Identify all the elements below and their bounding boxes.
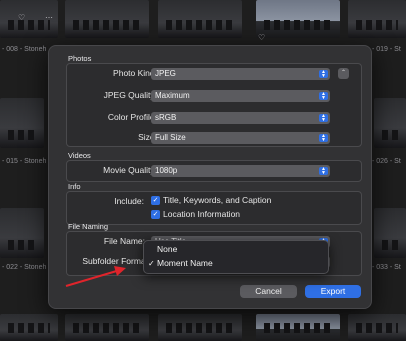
- photo-filename: - 019 - St: [372, 46, 401, 53]
- location-information-label: Location Information: [163, 209, 241, 219]
- checkmark-icon: ✓: [148, 259, 155, 268]
- heart-icon[interactable]: ♡: [18, 13, 25, 22]
- more-icon[interactable]: ⋯: [45, 13, 53, 22]
- photo-filename: - 033 - St: [372, 264, 401, 271]
- color-profile-popup[interactable]: sRGB ▲ ▼: [151, 112, 330, 124]
- color-profile-label: Color Profile:: [107, 112, 157, 122]
- chevron-updown-icon: ▲▼: [319, 167, 328, 176]
- movie-quality-value: 1080p: [155, 166, 178, 175]
- title-keywords-caption-checkbox[interactable]: ✓: [151, 196, 160, 205]
- size-value: Full Size: [155, 133, 186, 142]
- photo-thumbnail[interactable]: [158, 0, 242, 38]
- location-information-checkbox[interactable]: ✓: [151, 210, 160, 219]
- photo-kind-popup[interactable]: JPEG ▲ ▼: [151, 68, 330, 80]
- photo-filename: - 022 - Stoneh: [2, 264, 47, 271]
- photo-filename: - 026 - St: [372, 158, 401, 165]
- photos-section: Photo Kind: JPEG ▲ ▼ ⌃ JPEG Quality: Maxi…: [66, 63, 362, 147]
- info-section-title: Info: [68, 182, 81, 191]
- photos-section-title: Photos: [68, 54, 92, 63]
- movie-quality-popup[interactable]: 1080p ▲ ▼: [151, 165, 330, 177]
- photo-thumbnail[interactable]: [348, 314, 406, 341]
- photo-filename: - 015 - Stoneh: [2, 158, 47, 165]
- photo-thumbnail[interactable]: [256, 314, 340, 341]
- heart-icon[interactable]: ♡: [258, 33, 265, 42]
- include-label: Include:: [114, 196, 144, 206]
- file-naming-section-title: File Naming: [68, 222, 109, 231]
- chevron-updown-icon: ▲▼: [319, 114, 328, 123]
- photo-thumbnail[interactable]: [0, 314, 58, 341]
- chevron-updown-icon: ▲▼: [319, 92, 328, 101]
- subfolder-format-menu: None ✓ Moment Name: [143, 240, 329, 274]
- info-section: Include: ✓ Title, Keywords, and Caption …: [66, 191, 362, 225]
- photo-thumbnail[interactable]: [0, 98, 44, 148]
- export-button[interactable]: Export: [305, 285, 361, 298]
- menu-item-label: Moment Name: [157, 258, 213, 268]
- photo-thumbnail[interactable]: [158, 314, 242, 341]
- jpeg-quality-label: JPEG Quality:: [103, 90, 157, 100]
- photo-thumbnail[interactable]: [374, 98, 406, 148]
- photo-kind-label: Photo Kind:: [113, 68, 157, 78]
- movie-quality-label: Movie Quality:: [103, 165, 157, 175]
- jpeg-quality-value: Maximum: [155, 91, 190, 100]
- photo-thumbnail[interactable]: [0, 208, 44, 258]
- photo-kind-value: JPEG: [155, 69, 176, 78]
- chevron-up-icon[interactable]: ⌃: [338, 68, 349, 79]
- chevron-updown-icon: ▲▼: [319, 134, 328, 143]
- title-keywords-caption-label: Title, Keywords, and Caption: [163, 195, 272, 205]
- size-label: Size:: [138, 132, 157, 142]
- annotation-arrow: [65, 266, 126, 287]
- menu-item-label: None: [157, 244, 178, 254]
- photo-thumbnail[interactable]: [374, 208, 406, 258]
- size-popup[interactable]: Full Size ▲ ▼: [151, 132, 330, 144]
- photo-thumbnail[interactable]: [256, 0, 340, 38]
- videos-section: Movie Quality: 1080p ▲ ▼: [66, 160, 362, 182]
- jpeg-quality-popup[interactable]: Maximum ▲ ▼: [151, 90, 330, 102]
- photo-thumbnail[interactable]: [65, 314, 149, 341]
- cancel-button[interactable]: Cancel: [240, 285, 297, 298]
- videos-section-title: Videos: [68, 151, 91, 160]
- photo-thumbnail[interactable]: [348, 0, 406, 38]
- menu-item-none[interactable]: None: [144, 243, 328, 256]
- photo-thumbnail[interactable]: [65, 0, 149, 38]
- menu-item-moment-name[interactable]: ✓ Moment Name: [144, 257, 328, 270]
- chevron-updown-icon: ▲▼: [319, 70, 328, 79]
- file-name-label: File Name:: [103, 236, 145, 246]
- color-profile-value: sRGB: [155, 113, 177, 122]
- photo-filename: - 008 - Stoneh: [2, 46, 47, 53]
